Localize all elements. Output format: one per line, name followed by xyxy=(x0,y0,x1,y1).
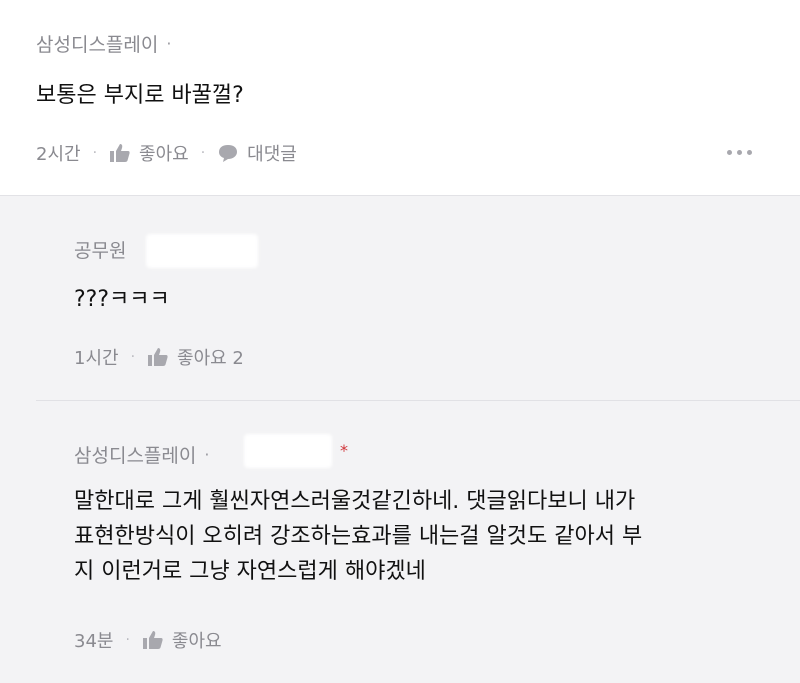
redacted-nickname xyxy=(146,234,258,268)
more-options-button[interactable] xyxy=(727,150,752,155)
top-comment: 삼성디스플레이 · 보통은 부지로 바꿀껄? 2시간 · 좋아요 · 대댓글 xyxy=(0,0,800,196)
reply-time: 1시간 xyxy=(74,348,119,369)
thumbs-up-icon xyxy=(148,348,168,366)
reply-author[interactable]: 삼성디스플레이 xyxy=(74,441,196,468)
comment-text: 보통은 부지로 바꿀껄? xyxy=(36,83,244,108)
reply-author[interactable]: 공무원 xyxy=(74,236,126,263)
reply-author-line: 삼성디스플레이 · xyxy=(74,441,209,468)
like-label: 좋아요 2 xyxy=(177,348,244,369)
comment-meta: 2시간 · 좋아요 · 대댓글 xyxy=(36,140,297,166)
meta-separator: · xyxy=(130,349,136,365)
reply-text: ???ㅋㅋㅋ xyxy=(74,287,170,312)
meta-separator: · xyxy=(200,145,206,161)
separator-dot: · xyxy=(204,445,210,464)
meta-separator: · xyxy=(125,632,130,648)
like-button[interactable]: 좋아요 xyxy=(109,140,189,166)
reply-button[interactable]: 대댓글 xyxy=(217,140,297,166)
like-label: 좋아요 xyxy=(171,631,222,652)
reply-label: 대댓글 xyxy=(247,144,297,165)
like-button[interactable]: 좋아요 xyxy=(142,627,222,653)
reply-text: 말한대로 그게 훨씬자연스러울것같긴하네. 댓글읽다보니 내가 표현한방식이 오… xyxy=(74,484,774,589)
thumbs-up-icon xyxy=(110,144,130,162)
reply-time: 34분 xyxy=(74,631,114,652)
separator-dot: · xyxy=(166,34,172,53)
reply-list: 공무원 ???ㅋㅋㅋ 1시간 · 좋아요 2 삼성디스플레이 · * 말한대로 … xyxy=(0,196,800,683)
reply-meta: 34분 · 좋아요 xyxy=(74,627,222,653)
redacted-nickname xyxy=(244,434,332,468)
like-button[interactable]: 좋아요 2 xyxy=(147,344,244,370)
reply-divider xyxy=(36,400,800,401)
author-mark-star: * xyxy=(340,441,348,460)
comment-author[interactable]: 삼성디스플레이 xyxy=(36,30,158,57)
reply-text-line: 지 이런거로 그냥 자연스럽게 해야겠네 xyxy=(74,559,426,584)
reply-text-line: 말한대로 그게 훨씬자연스러울것같긴하네. 댓글읽다보니 내가 xyxy=(74,489,636,514)
meta-separator: · xyxy=(92,145,98,161)
ellipsis-icon xyxy=(727,150,732,155)
comment-author-line: 삼성디스플레이 · xyxy=(36,30,171,57)
like-label: 좋아요 xyxy=(139,144,189,165)
reply-text-line: 표현한방식이 오히려 강조하는효과를 내는걸 알것도 같아서 부 xyxy=(74,524,643,549)
comment-time: 2시간 xyxy=(36,144,81,165)
speech-bubble-icon xyxy=(219,145,238,162)
reply-author-line: 공무원 xyxy=(74,236,126,263)
reply-meta: 1시간 · 좋아요 2 xyxy=(74,344,244,370)
thumbs-up-icon xyxy=(142,631,163,649)
